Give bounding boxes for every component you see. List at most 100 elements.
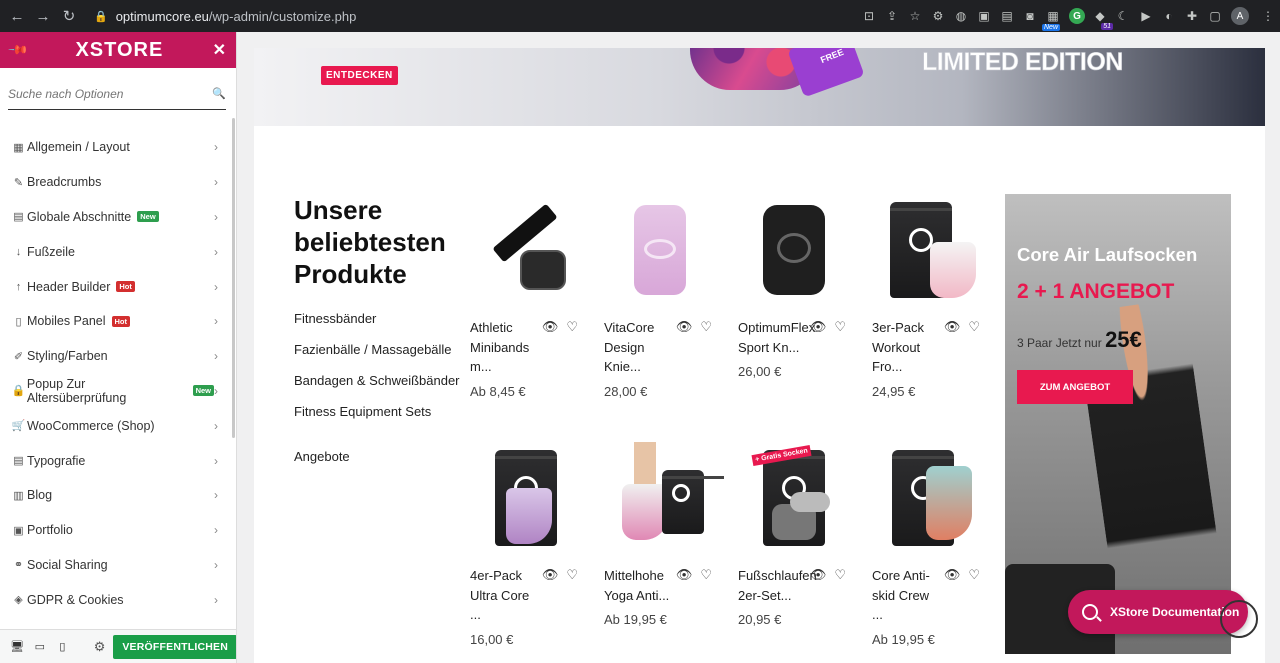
quick-view-eye-icon[interactable]: 👁	[676, 319, 693, 335]
puzzle-icon[interactable]: ✚	[1181, 5, 1203, 27]
wishlist-heart-icon[interactable]: ♡	[566, 567, 578, 583]
wishlist-heart-icon[interactable]: ♡	[700, 567, 712, 583]
sidepanel-icon[interactable]: ▢	[1204, 5, 1226, 27]
product-card[interactable]: Core Anti-skid Crew ... Ab 19,95 € 👁 ♡	[872, 442, 984, 647]
desktop-preview-icon[interactable]: 🖥	[6, 640, 29, 653]
bookmark-star-icon[interactable]: ☆	[904, 5, 926, 27]
category-link[interactable]: Angebote	[294, 449, 350, 464]
grammarly-icon[interactable]: G	[1069, 8, 1085, 24]
sidebar-item[interactable]: ▤ Globale Abschnitte New ›	[0, 200, 236, 235]
product-name[interactable]: VitaCore Design Knie...	[604, 318, 672, 377]
mobile-preview-icon[interactable]: ▯	[51, 640, 74, 653]
wishlist-heart-icon[interactable]: ♡	[968, 567, 980, 583]
pin-icon[interactable]: 📌	[7, 39, 29, 62]
sidebar-item[interactable]: ↓ Fußzeile ›	[0, 234, 236, 269]
search-icon	[1082, 604, 1098, 620]
category-link[interactable]: Bandagen & Schweißbänder	[294, 373, 460, 388]
product-name[interactable]: 4er-Pack Ultra Core ...	[470, 566, 538, 625]
product-name[interactable]: Athletic Minibands m...	[470, 318, 538, 377]
url-host: optimumcore.eu	[115, 8, 209, 24]
product-name[interactable]: 3er-Pack Workout Fro...	[872, 318, 940, 377]
product-name[interactable]: OptimumFlex Sport Kn...	[738, 318, 815, 357]
product-name[interactable]: Fußschlaufen 2er-Set...	[738, 566, 817, 605]
quick-view-eye-icon[interactable]: 👁	[676, 567, 693, 583]
extension-icon[interactable]: ▦ New	[1042, 5, 1064, 31]
shield-icon: ◈	[14, 594, 23, 607]
product-image[interactable]	[604, 442, 724, 554]
quick-view-eye-icon[interactable]: 👁	[810, 319, 827, 335]
tablet-preview-icon[interactable]: ▭	[29, 640, 52, 653]
product-image[interactable]	[872, 442, 984, 554]
sidebar-item-label: GDPR & Cookies	[27, 592, 124, 607]
wishlist-heart-icon[interactable]: ♡	[834, 567, 846, 583]
category-link[interactable]: Fitnessbänder	[294, 311, 376, 326]
product-image[interactable]	[738, 194, 850, 306]
quick-view-eye-icon[interactable]: 👁	[542, 319, 559, 335]
product-image[interactable]	[470, 442, 582, 554]
sidebar-footer: 🖥 ▭ ▯ ⚙ VERÖFFENTLICHEN	[0, 629, 236, 663]
globe-icon[interactable]: ◍	[950, 5, 972, 27]
sidebar-item[interactable]: 🛒 WooCommerce (Shop) ›	[0, 408, 236, 443]
product-card[interactable]: 3er-Pack Workout Fro... 24,95 € 👁 ♡	[872, 194, 984, 399]
close-icon[interactable]: ✕	[213, 40, 226, 60]
wishlist-heart-icon[interactable]: ♡	[968, 319, 980, 335]
wishlist-heart-icon[interactable]: ♡	[834, 319, 846, 335]
profile-avatar[interactable]: A	[1231, 7, 1249, 25]
gear-icon[interactable]: ⚙	[94, 639, 106, 655]
translate-icon[interactable]: ⊡	[858, 5, 880, 27]
sidebar-item[interactable]: ⚭ Social Sharing ›	[0, 548, 236, 583]
menu-dots-icon[interactable]: ⋮	[1257, 5, 1279, 27]
share-page-icon[interactable]: ⇪	[881, 5, 903, 27]
product-name[interactable]: Core Anti-skid Crew ...	[872, 566, 940, 625]
moon-icon[interactable]: ☾	[1112, 5, 1134, 27]
discover-button[interactable]: ENTDECKEN	[321, 66, 398, 85]
forward-icon[interactable]: →	[32, 5, 54, 27]
publish-button[interactable]: VERÖFFENTLICHEN	[113, 634, 236, 659]
quick-view-eye-icon[interactable]: 👁	[810, 567, 827, 583]
product-card[interactable]: Mittelhohe Yoga Anti... Ab 19,95 € 👁 ♡	[604, 442, 724, 627]
extension-icon[interactable]: ▣	[973, 5, 995, 27]
extension-icon[interactable]: ⚙	[927, 5, 949, 27]
product-card[interactable]: 4er-Pack Ultra Core ... 16,00 € 👁 ♡	[470, 442, 582, 647]
search-input[interactable]	[8, 86, 188, 101]
hero-title: LIMITED EDITION	[922, 48, 1124, 76]
promo-offer-button[interactable]: ZUM ANGEBOT	[1017, 370, 1133, 404]
sidebar-item[interactable]: ▤ Typografie ›	[0, 443, 236, 478]
sidebar-item[interactable]: 🔒 Popup Zur Altersüberprüfung New ›	[0, 374, 236, 409]
wishlist-heart-icon[interactable]: ♡	[566, 319, 578, 335]
sidebar-item[interactable]: ▦ Allgemein / Layout ›	[0, 130, 236, 165]
sidebar-item[interactable]: ✐ Styling/Farben ›	[0, 339, 236, 374]
sidebar-item[interactable]: ▥ Blog ›	[0, 478, 236, 513]
extension-icon[interactable]: ◐	[1158, 5, 1180, 27]
quick-view-eye-icon[interactable]: 👁	[542, 567, 559, 583]
quick-view-eye-icon[interactable]: 👁	[944, 567, 961, 583]
product-card[interactable]: VitaCore Design Knie... 28,00 € 👁 ♡	[604, 194, 716, 399]
back-icon[interactable]: ←	[6, 5, 28, 27]
product-image[interactable]	[872, 194, 984, 306]
sidebar-scrollbar[interactable]	[232, 118, 235, 438]
sidebar-item[interactable]: ↑ Header Builder Hot ›	[0, 269, 236, 304]
sidebar-item[interactable]: ▣ Portfolio ›	[0, 513, 236, 548]
video-icon[interactable]: ▶	[1135, 5, 1157, 27]
chevron-right-icon: ›	[214, 592, 218, 607]
product-image[interactable]	[470, 194, 582, 306]
product-name[interactable]: Mittelhohe Yoga Anti...	[604, 566, 672, 605]
sidebar-item[interactable]: ✎ Breadcrumbs ›	[0, 165, 236, 200]
camera-icon[interactable]: ◙	[1019, 5, 1041, 27]
search-icon[interactable]: 🔍	[212, 87, 226, 100]
category-link[interactable]: Fitness Equipment Sets	[294, 404, 431, 419]
reload-icon[interactable]: ↻	[58, 5, 80, 27]
sidebar-item[interactable]: ◈ GDPR & Cookies ›	[0, 582, 236, 617]
product-image[interactable]	[604, 194, 716, 306]
wishlist-heart-icon[interactable]: ♡	[700, 319, 712, 335]
quick-view-eye-icon[interactable]: 👁	[944, 319, 961, 335]
sidebar-item[interactable]: ▯ Mobiles Panel Hot ›	[0, 304, 236, 339]
category-link[interactable]: Fazienbälle / Massagebälle	[294, 342, 452, 357]
extension-icon[interactable]: ▤	[996, 5, 1018, 27]
product-image[interactable]: + Gratis Socken	[738, 442, 850, 554]
address-bar[interactable]: 🔒 optimumcore.eu /wp-admin/customize.php	[94, 4, 356, 28]
extension-icon[interactable]: ◆ 51	[1089, 5, 1113, 30]
product-card[interactable]: + Gratis Socken Fußschlaufen 2er-Set... …	[738, 442, 850, 627]
product-card[interactable]: OptimumFlex Sport Kn... 26,00 € 👁 ♡	[738, 194, 850, 379]
product-card[interactable]: Athletic Minibands m... Ab 8,45 € 👁 ♡	[470, 194, 582, 399]
